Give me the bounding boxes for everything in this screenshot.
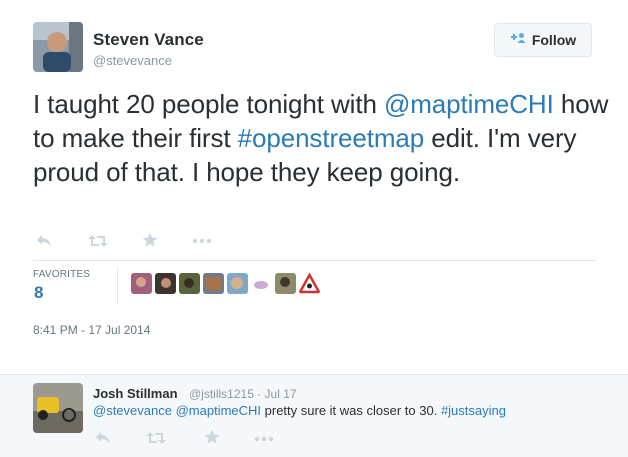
tweet-text-segment: I taught 20 people tonight with: [33, 89, 384, 119]
mention-link[interactable]: @maptimeCHI: [384, 89, 554, 119]
reply-meta[interactable]: @jstills1215 · Jul 17: [189, 387, 297, 401]
reply-text: @stevevance @maptimeCHI pretty sure it w…: [93, 403, 506, 418]
favoriter-avatar[interactable]: [179, 273, 200, 294]
favorites-count[interactable]: 8: [34, 283, 43, 303]
retweet-icon[interactable]: [88, 234, 108, 248]
more-dots-icon[interactable]: [192, 238, 212, 244]
tweet-text: I taught 20 people tonight with @maptime…: [33, 87, 623, 189]
hashtag-link[interactable]: #openstreetmap: [238, 123, 425, 153]
mention-link[interactable]: @maptimeCHI: [176, 403, 261, 418]
favoriter-avatar[interactable]: [251, 273, 272, 294]
favoriter-avatar[interactable]: [155, 273, 176, 294]
favoriter-avatar[interactable]: [299, 273, 320, 294]
divider: [117, 268, 118, 304]
reply-arrow-icon[interactable]: [36, 234, 52, 248]
tweet-timestamp[interactable]: 8:41 PM - 17 Jul 2014: [33, 323, 150, 337]
author-name[interactable]: Steven Vance: [93, 30, 204, 50]
favoriter-avatar[interactable]: [131, 273, 152, 294]
follow-label: Follow: [531, 32, 577, 48]
reply-author-avatar[interactable]: [33, 383, 83, 433]
favoriter-avatar[interactable]: [227, 273, 248, 294]
author-avatar[interactable]: [33, 22, 83, 72]
favoriter-avatars: [131, 273, 320, 294]
retweet-icon[interactable]: [146, 431, 166, 445]
mention-link[interactable]: @stevevance: [93, 403, 172, 418]
reply-text-segment: pretty sure it was closer to 30.: [261, 403, 441, 418]
star-icon[interactable]: [142, 232, 158, 248]
hashtag-link[interactable]: #justsaying: [441, 403, 506, 418]
favoriter-avatar[interactable]: [275, 273, 296, 294]
more-dots-icon[interactable]: [254, 436, 274, 442]
favoriter-avatar[interactable]: [203, 273, 224, 294]
star-icon[interactable]: [204, 429, 220, 445]
add-user-icon: [510, 31, 526, 49]
author-handle[interactable]: @stevevance: [93, 53, 172, 68]
reply-arrow-icon[interactable]: [95, 431, 111, 445]
reply-author-name[interactable]: Josh Stillman: [93, 386, 178, 401]
divider: [33, 260, 595, 261]
follow-button[interactable]: Follow: [494, 23, 592, 57]
favorites-label[interactable]: FAVORITES: [33, 269, 90, 280]
